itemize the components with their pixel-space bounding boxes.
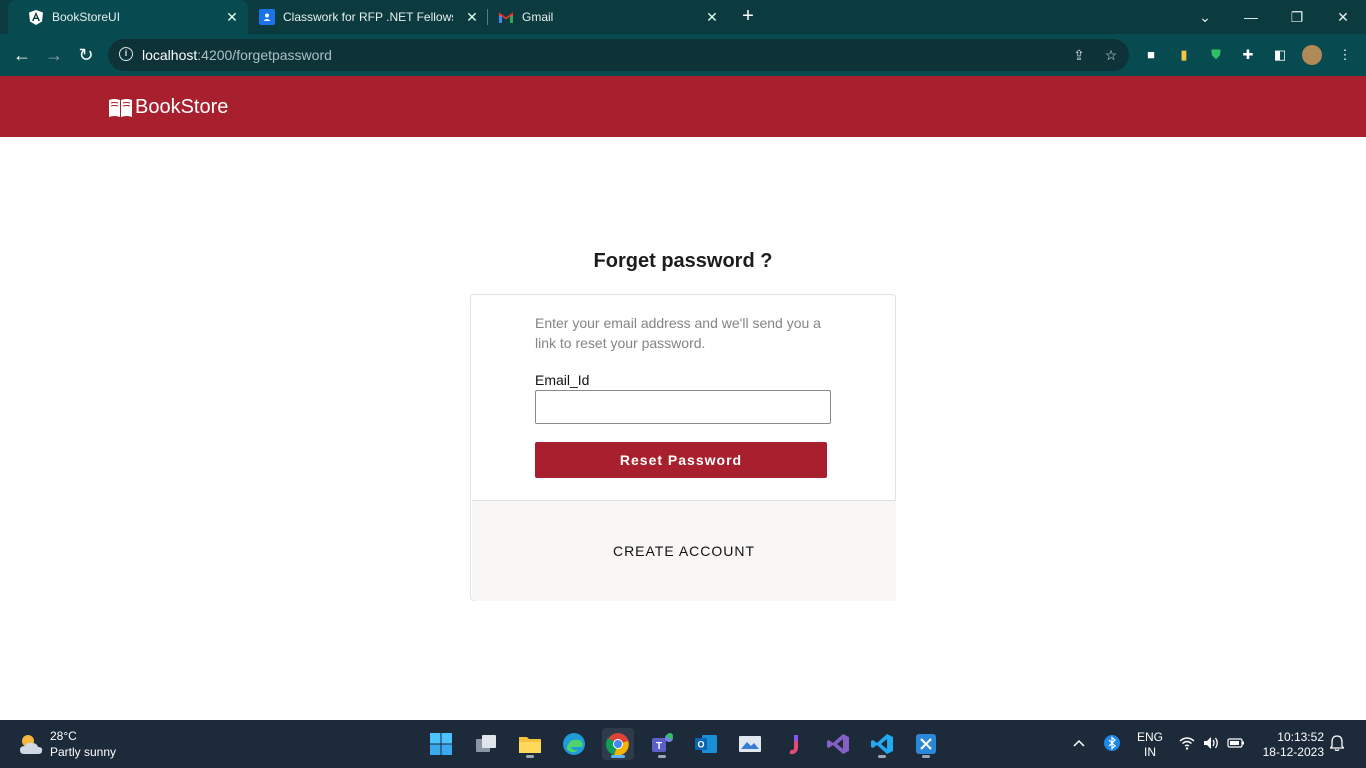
running-indicator [658,755,666,758]
puzzle-extensions-icon[interactable]: ✚ [1239,46,1257,64]
close-tab-icon[interactable]: ✕ [464,9,480,25]
volume-icon[interactable] [1203,736,1221,752]
extension-icon[interactable]: ■ [1142,46,1160,64]
forward-arrow-icon[interactable]: → [42,43,66,67]
system-clock[interactable]: 10:13:52 18-12-2023 [1254,730,1324,760]
angular-icon [28,9,44,25]
brand-name: BookStore [135,96,229,118]
create-account-button[interactable]: CREATE ACCOUNT [472,543,896,559]
close-tab-icon[interactable]: ✕ [224,9,240,25]
back-arrow-icon[interactable]: ← [10,43,34,67]
share-icon[interactable]: ⇪ [1070,46,1088,64]
gmail-icon [498,9,514,25]
snipping-tool-icon[interactable] [910,728,942,760]
battery-icon[interactable] [1227,737,1247,751]
browser-tab-gmail[interactable]: Gmail ✕ [488,0,728,34]
show-hidden-icons[interactable] [1072,736,1088,752]
instruction-text: Enter your email address and we'll send … [535,315,821,351]
book-icon [109,98,132,117]
svg-text:T: T [656,741,662,752]
browser-toolbar: ← → ↻ i localhost:4200/forgetpassword ⇪ … [0,34,1366,76]
reload-icon[interactable]: ↻ [74,43,98,67]
bookmark-star-icon[interactable]: ☆ [1102,46,1120,64]
running-indicator [922,755,930,758]
file-explorer-icon[interactable] [514,728,546,760]
clipboard-extension-icon[interactable]: ▮ [1175,46,1193,64]
url-text[interactable]: localhost:4200/forgetpassword [142,47,332,63]
forget-password-card: Enter your email address and we'll send … [470,294,896,601]
input-language[interactable]: ENG IN [1136,730,1164,760]
weather-condition[interactable]: Partly sunny [50,745,116,759]
address-bar[interactable]: i localhost:4200/forgetpassword ⇪ ☆ [108,39,1129,71]
new-tab-button[interactable]: + [738,6,758,26]
browser-menu-icon[interactable]: ⋮ [1336,46,1354,64]
svg-text:O: O [697,740,704,750]
browser-tab-bookstore[interactable]: BookStoreUI ✕ [8,0,248,34]
email-label: Email_Id [535,372,590,388]
tab-search-icon[interactable]: ⌄ [1193,5,1217,29]
running-indicator [878,755,886,758]
bluetooth-icon[interactable] [1104,734,1120,752]
tab-title: Classwork for RFP .NET Fellowsh [283,10,453,24]
page-title: Forget password ? [593,250,773,272]
outlook-icon[interactable]: O [690,728,722,760]
visual-studio-icon[interactable] [822,728,854,760]
create-account-section: CREATE ACCOUNT [472,500,896,601]
task-view-icon[interactable] [470,728,502,760]
edge-icon[interactable] [558,728,590,760]
brand-logo[interactable]: BookStore [108,96,228,119]
weather-temperature[interactable]: 28°C [50,729,77,743]
chrome-icon[interactable] [602,728,634,760]
shield-extension-icon[interactable]: ⛊ [1207,46,1225,64]
tab-title: Gmail [522,10,554,24]
vscode-icon[interactable] [866,728,898,760]
app-header: BookStore [0,76,1366,137]
minimize-icon[interactable]: — [1239,5,1263,29]
notification-bell-icon[interactable] [1329,735,1346,753]
tab-title: BookStoreUI [52,10,121,24]
reset-password-button[interactable]: Reset Password [535,442,827,478]
partly-sunny-icon[interactable] [18,732,44,756]
windows-taskbar: 28°C Partly sunny T O ENG IN 10:13:52 18… [0,720,1366,768]
close-window-icon[interactable]: ✕ [1331,5,1355,29]
side-panel-icon[interactable]: ◧ [1271,46,1289,64]
site-info-icon[interactable]: i [119,47,133,61]
photos-app-icon[interactable] [734,728,766,760]
active-indicator [611,755,625,758]
classroom-icon [259,9,275,25]
jetbrains-icon[interactable] [778,728,810,760]
wifi-icon[interactable] [1179,736,1195,752]
email-field[interactable] [535,390,831,424]
close-tab-icon[interactable]: ✕ [704,9,720,25]
profile-avatar[interactable] [1302,45,1322,65]
teams-icon[interactable]: T [646,728,678,760]
browser-tab-classwork[interactable]: Classwork for RFP .NET Fellowsh ✕ [248,0,488,34]
running-indicator [526,755,534,758]
restore-icon[interactable]: ❐ [1285,5,1309,29]
browser-tab-strip: BookStoreUI ✕ Classwork for RFP .NET Fel… [0,0,1366,34]
start-button[interactable] [425,728,457,760]
